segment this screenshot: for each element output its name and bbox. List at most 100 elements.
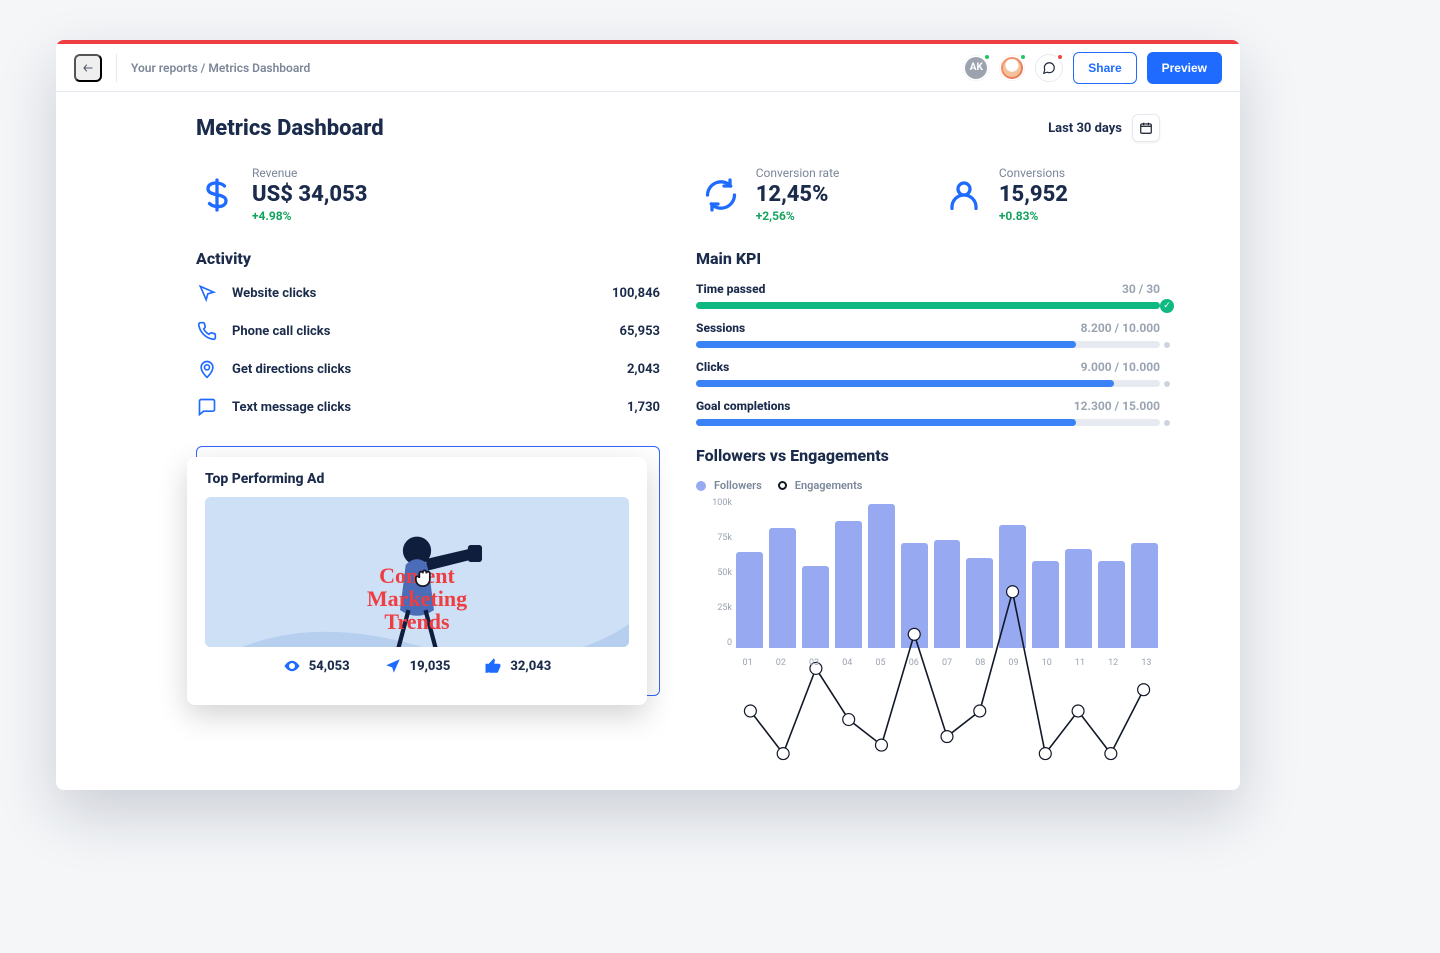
progress-track [696,380,1160,387]
activity-value: 1,730 [627,400,660,415]
activity-row-website: Website clicks 100,846 [196,282,660,304]
legend-ring-icon [778,481,787,490]
x-tick: 09 [1000,658,1027,668]
activity-label: Get directions clicks [232,362,351,377]
y-tick: 25k [717,603,732,613]
main-kpi-section: Main KPI Time passed 30 / 30 ✓ Sessions 8.20… [696,249,1160,426]
x-tick: 13 [1133,658,1160,668]
top-bar: Your reports / Metrics Dashboard AK Shar… [56,44,1240,92]
x-tick: 08 [967,658,994,668]
y-tick: 0 [727,638,732,648]
engagements-line [750,592,1143,754]
ad-views-value: 54,053 [309,659,350,674]
activity-label: Website clicks [232,286,316,301]
kpi-label: Conversion rate [756,166,840,180]
kpi-progress-item: Goal completions12.300 / 15.000 [696,399,1160,426]
progress-track [696,419,1160,426]
progress-track: ✓ [696,302,1160,309]
kpi-progress-item: Clicks9.000 / 10.000 [696,360,1160,387]
line-point [1072,705,1084,717]
x-tick: 02 [767,658,794,668]
activity-section: Activity Website clicks 100,846 [196,249,660,426]
legend-engagements: Engagements [778,479,863,492]
message-icon [196,396,218,418]
line-point [875,739,887,751]
share-button[interactable]: Share [1073,52,1136,84]
activity-label: Text message clicks [232,400,351,415]
activity-value: 2,043 [627,362,660,377]
line-point [908,628,920,640]
kpi-progress-label: Clicks [696,360,729,374]
date-picker-button[interactable] [1132,114,1160,142]
kpi-value: 12,45% [756,182,840,207]
legend-swatch-icon [696,481,706,491]
track-dot-icon [1164,420,1170,426]
kpi-progress-item: Time passed 30 / 30 ✓ [696,282,1160,309]
avatar-user-photo[interactable] [999,55,1025,81]
line-point [744,705,756,717]
grab-cursor-icon [410,564,438,596]
kpi-value: US$ 34,053 [252,182,368,207]
chart: 100k75k50k25k0 0102030405060708091011121… [696,498,1160,668]
kpi-progress-item: Sessions 8.200 / 10.000 [696,321,1160,348]
cursor-icon [196,282,218,304]
presence-dot-icon [983,53,991,61]
activity-row-phone: Phone call clicks 65,953 [196,320,660,342]
activity-row-directions: Get directions clicks 2,043 [196,358,660,380]
track-dot-icon [1164,342,1170,348]
x-tick: 03 [800,658,827,668]
content: Metrics Dashboard Last 30 days [56,92,1240,716]
page-title: Metrics Dashboard [196,116,384,141]
divider [116,54,117,82]
x-tick: 07 [933,658,960,668]
ad-shares-value: 19,035 [410,659,451,674]
phone-icon [196,320,218,342]
avatar-user-ak[interactable]: AK [963,55,989,81]
avatar-initials: AK [970,62,983,73]
check-icon: ✓ [1160,299,1174,313]
line-point [974,705,986,717]
legend-followers: Followers [696,479,762,492]
line-point [1138,684,1150,696]
kpi-progress-label: Time passed [696,282,765,296]
kpi-label: Conversions [999,166,1068,180]
y-tick: 50k [717,568,732,578]
user-icon [943,174,985,216]
legend-label: Engagements [795,479,863,492]
y-tick: 100k [712,498,732,508]
main-kpi-title: Main KPI [696,249,1160,268]
ad-likes: 32,043 [484,657,551,675]
ad-headline-l3: Trends [367,610,467,633]
comments-button[interactable] [1035,54,1063,82]
refresh-icon [700,174,742,216]
x-tick: 11 [1066,658,1093,668]
activity-value: 65,953 [620,324,661,339]
kpi-progress-value: 8.200 / 10.000 [1081,321,1160,335]
kpi-progress-value: 12.300 / 15.000 [1074,399,1160,413]
breadcrumb: Your reports / Metrics Dashboard [131,61,310,75]
line-point [941,731,953,743]
kpi-delta: +4.98% [252,209,368,223]
legend-label: Followers [714,479,762,492]
kpi-conversions: Conversions 15,952 +0.83% [943,166,1160,223]
kpi-progress-value: 30 / 30 [1122,282,1160,296]
kpi-label: Revenue [252,166,368,180]
preview-button[interactable]: Preview [1147,52,1222,84]
map-pin-icon [196,358,218,380]
presence-dot-icon [1019,53,1027,61]
back-button[interactable] [74,54,102,82]
activity-title: Activity [196,249,660,268]
kpi-progress-label: Sessions [696,321,745,335]
eye-icon [283,657,301,675]
x-tick: 01 [734,658,761,668]
x-tick: 12 [1100,658,1127,668]
line-point [1007,586,1019,598]
x-tick: 10 [1033,658,1060,668]
x-tick: 05 [867,658,894,668]
date-range-label: Last 30 days [1048,121,1122,136]
ad-shares: 19,035 [384,657,451,675]
line-point [1039,748,1051,760]
y-tick: 75k [717,533,732,543]
track-dot-icon [1164,381,1170,387]
thumbs-up-icon [484,657,502,675]
